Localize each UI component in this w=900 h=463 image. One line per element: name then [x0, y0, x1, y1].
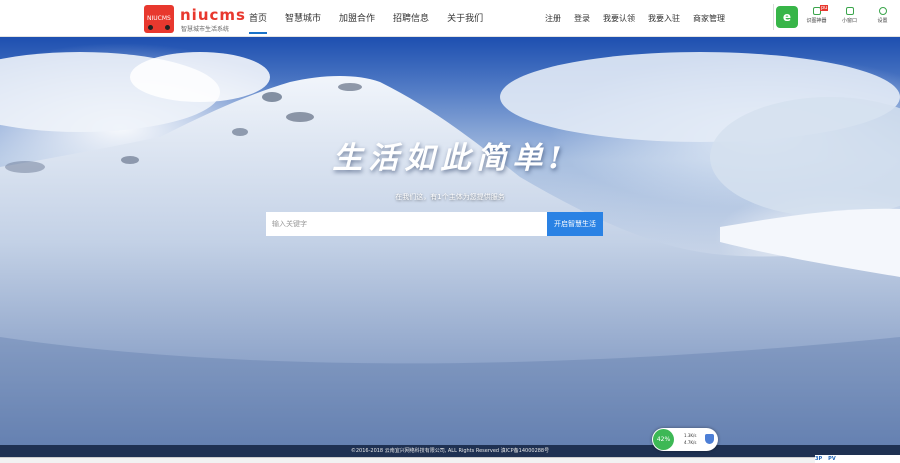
hero-subline: 在我们这，有1个主体为您提供服务 [395, 193, 505, 201]
status-3p[interactable]: 3P [815, 455, 822, 463]
claim-link[interactable]: 我要认领 [603, 0, 635, 37]
gear-icon [878, 7, 887, 15]
browser-status-bar [0, 457, 900, 463]
top-navigation: NIUCMS niucms 智慧城市生活系统 首页 智慧城市 加盟合作 招聘信息… [0, 0, 900, 37]
download-speed: 4.7K/s [684, 440, 697, 445]
nav-smart-city[interactable]: 智慧城市 [285, 0, 321, 37]
upload-speed: 1.3K/s [684, 433, 697, 438]
scan-button[interactable]: pu 识图神器 [800, 4, 833, 30]
user-nav: 注册 登录 我要认领 我要入驻 商家管理 [545, 0, 738, 37]
shield-icon [705, 434, 714, 444]
status-indicators: 3P PV [815, 455, 900, 463]
browser-extension-bar: e pu 识图神器 小窗口 设置 [773, 4, 900, 30]
settings-label: 设置 [877, 18, 888, 24]
logo-text[interactable]: niucms [180, 6, 246, 24]
e-icon[interactable]: e [776, 6, 798, 28]
small-window-label: 小窗口 [841, 18, 857, 24]
search-button[interactable]: 开启智慧生活 [547, 212, 603, 236]
login-link[interactable]: 登录 [574, 0, 590, 37]
nav-join[interactable]: 加盟合作 [339, 0, 375, 37]
search-bar: 开启智慧生活 [266, 212, 603, 236]
settings-button[interactable]: 设置 [866, 4, 899, 30]
logo-mark: NIUCMS [147, 15, 171, 22]
nav-jobs[interactable]: 招聘信息 [393, 0, 429, 37]
nav-about[interactable]: 关于我们 [447, 0, 483, 37]
cpu-percent: 42% [653, 429, 674, 450]
window-icon [845, 7, 854, 15]
small-window-button[interactable]: 小窗口 [833, 4, 866, 30]
register-link[interactable]: 注册 [545, 0, 561, 37]
status-pv[interactable]: PV [828, 455, 836, 463]
footer-copyright: ©2016-2018 云南宜兴网络科技有限公司, ALL Rights Rese… [0, 445, 900, 457]
mountain-background [0, 52, 900, 445]
network-speed-widget[interactable]: 42% 1.3K/s 4.7K/s [652, 428, 718, 451]
wheel-icon [165, 25, 170, 30]
hero-slogan: 生活如此简单! [332, 141, 568, 176]
scan-label: 识图神器 [806, 18, 827, 24]
main-nav: 首页 智慧城市 加盟合作 招聘信息 关于我们 [249, 0, 501, 37]
merchant-admin-link[interactable]: 商家管理 [693, 0, 725, 37]
search-input[interactable] [266, 212, 547, 236]
hero-banner [0, 37, 900, 445]
nav-home[interactable]: 首页 [249, 0, 268, 37]
logo-subtitle: 智慧城市生活系统 [181, 26, 230, 33]
pu-badge: pu [820, 5, 829, 11]
settle-link[interactable]: 我要入驻 [648, 0, 680, 37]
logo-icon[interactable]: NIUCMS [144, 5, 174, 33]
wheel-icon [148, 25, 153, 30]
